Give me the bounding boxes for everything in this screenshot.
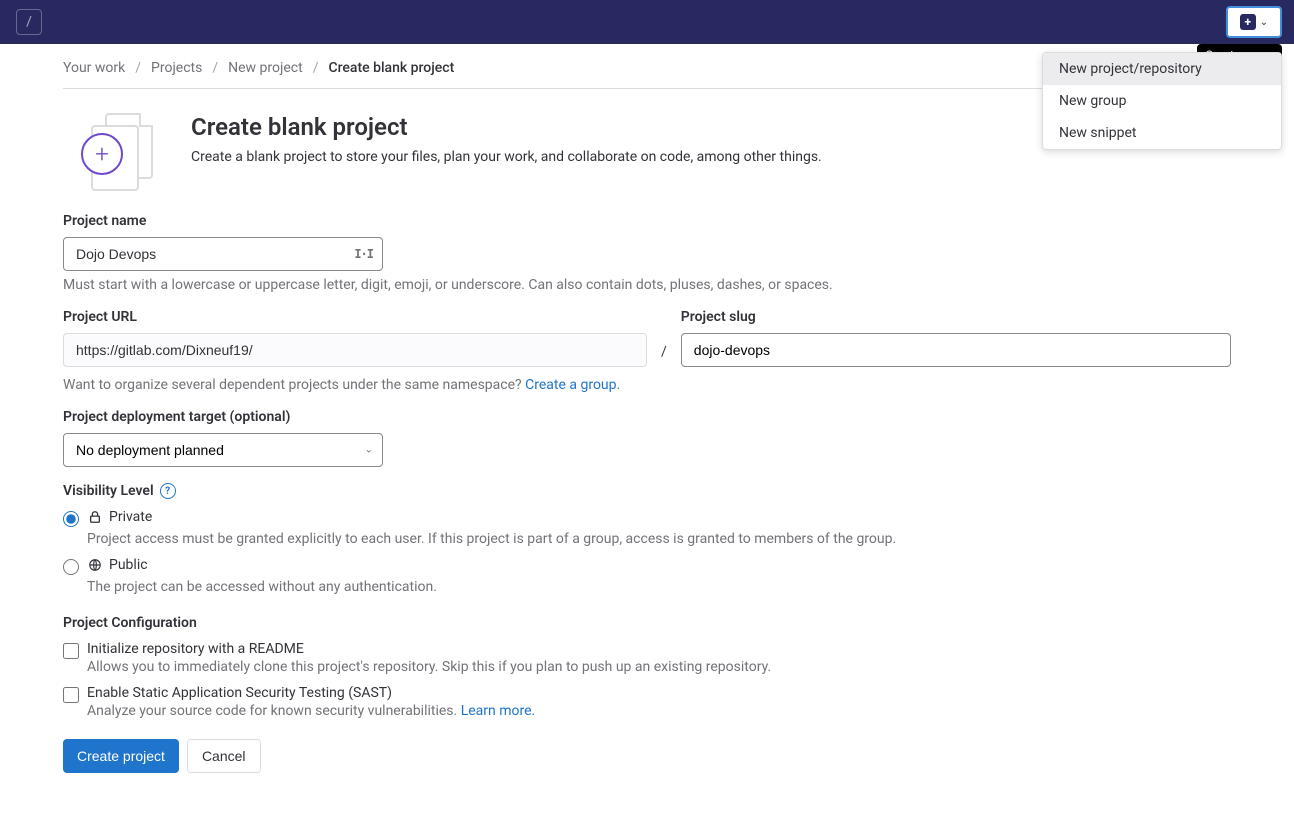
namespace-hint: Want to organize several dependent proje…: [63, 377, 1231, 393]
visibility-private-desc: Project access must be granted explicitl…: [87, 531, 1231, 547]
visibility-level-label: Visibility Level: [63, 483, 154, 499]
create-new-button[interactable]: + ⌄: [1226, 6, 1282, 38]
create-new-dropdown: New project/repository New group New sni…: [1042, 52, 1282, 150]
breadcrumb-separator: /: [135, 60, 141, 76]
project-url-input: [63, 333, 647, 367]
sast-checkbox[interactable]: [63, 687, 79, 703]
visibility-public-label: Public: [109, 557, 148, 573]
lock-icon: [87, 509, 103, 525]
readme-label: Initialize repository with a README: [87, 641, 304, 657]
project-name-label: Project name: [63, 213, 1231, 229]
project-name-hint: Must start with a lowercase or uppercase…: [63, 277, 1231, 293]
project-slug-input[interactable]: [681, 333, 1231, 367]
globe-icon: [87, 557, 103, 573]
page-subtitle: Create a blank project to store your fil…: [191, 149, 822, 165]
deployment-target-label: Project deployment target (optional): [63, 409, 1231, 425]
project-config-label: Project Configuration: [63, 615, 1231, 631]
create-project-button[interactable]: Create project: [63, 739, 179, 773]
cancel-button[interactable]: Cancel: [187, 739, 261, 773]
url-separator: /: [661, 344, 667, 360]
page-title: Create blank project: [191, 113, 822, 141]
project-url-label: Project URL: [63, 309, 647, 325]
create-group-link[interactable]: Create a group.: [525, 377, 620, 393]
readme-desc: Allows you to immediately clone this pro…: [87, 659, 1231, 675]
topbar: / + ⌄ Create new...: [0, 0, 1294, 44]
visibility-public-desc: The project can be accessed without any …: [87, 579, 1231, 595]
help-icon[interactable]: ?: [160, 483, 176, 499]
project-name-input[interactable]: [63, 237, 383, 271]
project-slug-label: Project slug: [681, 309, 1231, 325]
dropdown-item-new-snippet[interactable]: New snippet: [1043, 117, 1281, 149]
breadcrumb-your-work[interactable]: Your work: [63, 60, 125, 76]
breadcrumb-separator: /: [212, 60, 218, 76]
chevron-down-icon: ⌄: [1260, 17, 1268, 28]
deployment-target-select[interactable]: No deployment planned: [63, 433, 383, 467]
dropdown-item-new-project[interactable]: New project/repository: [1043, 53, 1281, 85]
visibility-private-label: Private: [109, 509, 152, 525]
sast-desc: Analyze your source code for known secur…: [87, 703, 1231, 719]
plus-icon: +: [1240, 14, 1256, 30]
breadcrumb-projects[interactable]: Projects: [151, 60, 202, 76]
sast-learn-more-link[interactable]: Learn more.: [461, 703, 536, 719]
blank-project-icon: +: [81, 113, 161, 193]
visibility-public-radio[interactable]: [63, 559, 79, 575]
breadcrumb-current: Create blank project: [328, 60, 454, 76]
sast-label: Enable Static Application Security Testi…: [87, 685, 392, 701]
visibility-private-radio[interactable]: [63, 511, 79, 527]
breadcrumb-new-project[interactable]: New project: [228, 60, 303, 76]
search-shortcut-key[interactable]: /: [16, 9, 42, 35]
input-suggestion-icon[interactable]: I·I: [354, 247, 373, 261]
breadcrumb-separator: /: [313, 60, 319, 76]
readme-checkbox[interactable]: [63, 643, 79, 659]
dropdown-item-new-group[interactable]: New group: [1043, 85, 1281, 117]
